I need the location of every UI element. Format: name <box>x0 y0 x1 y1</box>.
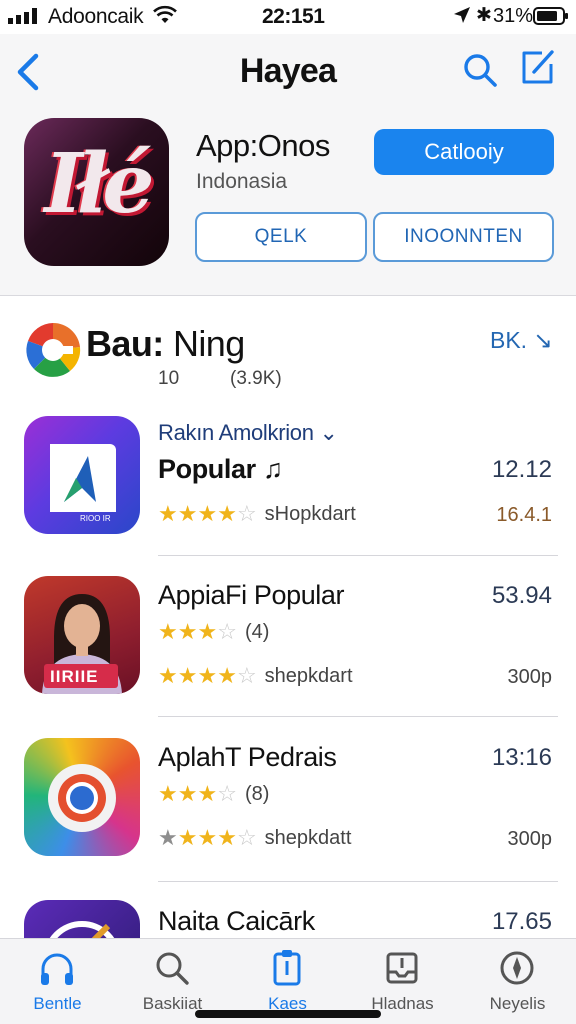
app-icon: IIRIIE <box>24 576 140 694</box>
divider <box>158 881 558 882</box>
row-title: Popular ♫ <box>158 454 283 484</box>
headphones-icon <box>41 953 73 985</box>
icon-caption: IIRIIE <box>50 667 99 686</box>
rating-count: (4) <box>244 620 270 643</box>
row-secondary-value: 300p <box>507 666 553 688</box>
app-icon-logo-text: Iłé <box>44 136 154 232</box>
row-value: 12.12 <box>491 456 552 483</box>
bluetooth-icon: ✱ <box>476 5 492 26</box>
see-more-link[interactable]: BK. ↘ <box>490 327 553 354</box>
get-button[interactable]: Catlooiy <box>374 129 554 175</box>
star-rating: ★ ★ ★ ★ ☆ shepkdatt <box>158 825 352 850</box>
row-value: 17.65 <box>491 908 552 935</box>
tab-neyelis[interactable]: Neyelis <box>460 939 575 1024</box>
star-rating: ★ ★ ★ ☆ (4) <box>158 619 270 644</box>
row-title: AppiaFi Popular <box>158 580 345 610</box>
colorful-logo-icon <box>26 322 81 377</box>
wifi-icon <box>153 5 177 23</box>
row-value: 53.94 <box>491 582 552 609</box>
secondary-button-left[interactable]: QELK <box>195 212 367 262</box>
home-indicator[interactable] <box>195 1010 381 1018</box>
rating-label: shepkdatt <box>264 826 352 849</box>
row-value: 13:16 <box>491 744 552 771</box>
search-icon[interactable] <box>462 52 498 88</box>
tab-label: Bentle <box>33 994 82 1013</box>
star-rating: ★ ★ ★ ☆ (8) <box>158 781 270 806</box>
row-secondary-value: 16.4.1 <box>496 504 552 526</box>
status-bar: Adooncaik 22:151 ✱ 31% <box>0 0 576 34</box>
section-title-part1: Bau: <box>86 323 164 364</box>
row-title: AplahT Pedrais <box>158 742 337 772</box>
star-rating: ★ ★ ★ ★ ☆ shepkdart <box>158 663 353 688</box>
rating-count: (8) <box>244 782 270 805</box>
search-icon <box>156 952 189 985</box>
row-secondary-value: 300p <box>507 828 553 850</box>
app-region: Indonasia <box>196 170 288 193</box>
star-rating: ★ ★ ★ ★ ☆ sHopkdart <box>158 501 356 526</box>
app-header: Hayea Iłé App:Onos Indonasia Catlooiy QE… <box>0 34 576 296</box>
battery-percent: 31% <box>493 5 534 27</box>
compass-icon <box>500 951 534 985</box>
clock: 22:151 <box>262 5 325 28</box>
section-count: 10 <box>158 368 180 389</box>
tab-label: Neyelis <box>489 994 546 1013</box>
compose-icon[interactable] <box>520 48 556 86</box>
tab-bentle[interactable]: Bentle <box>0 939 115 1024</box>
divider <box>158 555 558 556</box>
rating-label: sHopkdart <box>264 502 356 525</box>
carrier-label: Adooncaik <box>48 5 144 28</box>
battery-icon <box>533 7 568 25</box>
section-title-part2: Ning <box>173 323 245 364</box>
tray-icon <box>386 952 418 984</box>
app-icon: RIOO IR <box>24 416 140 534</box>
app-icon <box>24 738 140 856</box>
row-title: Naita Caicārk <box>158 906 315 936</box>
secondary-button-right[interactable]: INOONNTEN <box>373 212 554 262</box>
icon-caption: RIOO IR <box>80 514 111 523</box>
clipboard-icon <box>273 950 301 986</box>
signal-icon <box>8 8 37 24</box>
location-icon <box>454 7 470 23</box>
list-item[interactable]: AplahT Pedrais 13:16 ★ ★ ★ ☆ (8) ★ ★ ★ ★ ☆ shep… <box>0 734 576 896</box>
section-title: Bau: Ning <box>86 323 245 365</box>
app-icon[interactable]: Iłé <box>24 118 169 266</box>
row-subtitle: Rakın Amolkrion ⌄ <box>158 420 338 445</box>
section-ratings: (3.9K) <box>230 368 282 389</box>
app-name: App:Onos <box>196 128 330 163</box>
rating-label: shepkdart <box>264 664 353 687</box>
list-item[interactable]: RIOO IR Rakın Amolkrion ⌄ Popular ♫ 12.1… <box>0 412 576 574</box>
browser-logo-icon <box>48 764 116 832</box>
list-item[interactable]: IIRIIE AppiaFi Popular 53.94 ★ ★ ★ ☆ (4) ★ ★… <box>0 572 576 734</box>
divider <box>158 716 558 717</box>
